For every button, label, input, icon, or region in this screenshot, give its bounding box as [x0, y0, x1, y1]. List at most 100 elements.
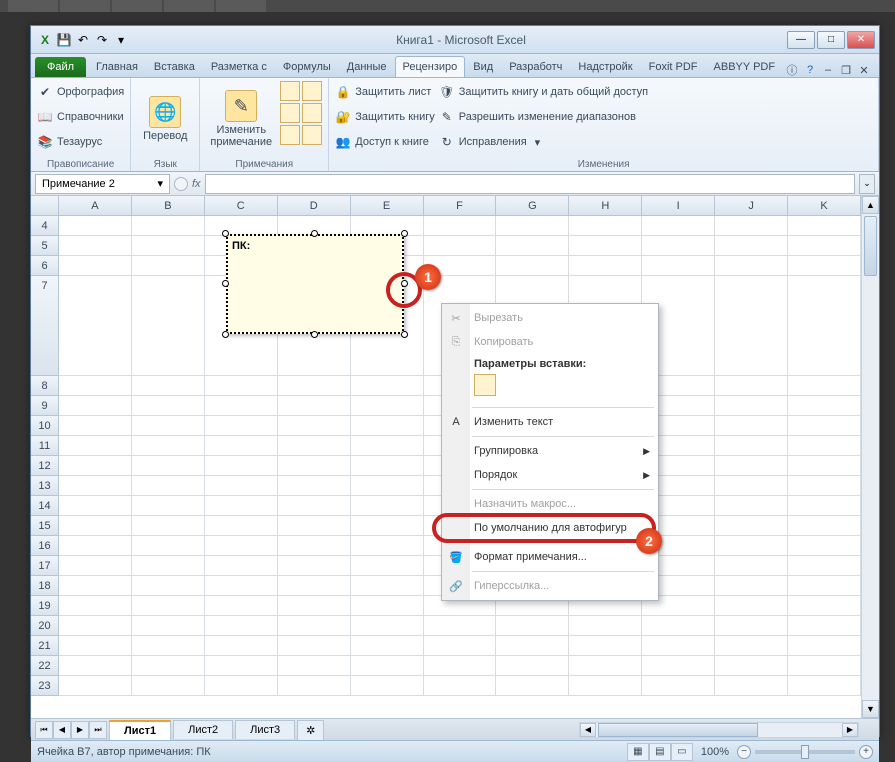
row-header[interactable]: 18 [31, 576, 59, 596]
next-sheet-icon[interactable]: ▶ [71, 721, 89, 739]
tab-insert[interactable]: Вставка [146, 56, 203, 77]
col-header[interactable]: A [59, 196, 132, 216]
minimize-button[interactable]: — [787, 31, 815, 49]
sheet-tab-1[interactable]: Лист1 [109, 720, 171, 740]
normal-view-icon[interactable]: ▦ [627, 743, 649, 761]
scroll-down-icon[interactable]: ▼ [862, 700, 879, 718]
minimize-ribbon-icon[interactable]: ⓘ [785, 63, 799, 77]
spelling-button[interactable]: ✔Орфография [37, 81, 124, 103]
col-header[interactable]: K [788, 196, 861, 216]
col-header[interactable]: H [569, 196, 642, 216]
tab-addins[interactable]: Надстройк [570, 56, 640, 77]
zoom-slider[interactable] [755, 750, 855, 754]
ctx-grouping[interactable]: Группировка▶ [442, 439, 658, 463]
redo-icon[interactable]: ↷ [94, 32, 110, 48]
expand-formula-bar-icon[interactable]: ⌄ [859, 174, 875, 194]
translate-button[interactable]: 🌐 Перевод [137, 81, 193, 157]
row-header[interactable]: 20 [31, 616, 59, 636]
cancel-formula-icon[interactable] [174, 177, 188, 191]
resize-handle[interactable] [311, 230, 318, 237]
ctx-format-comment[interactable]: 🪣Формат примечания... [442, 545, 658, 569]
col-header[interactable]: E [351, 196, 424, 216]
sheet-tab-3[interactable]: Лист3 [235, 720, 295, 739]
row-header[interactable]: 21 [31, 636, 59, 656]
row-header[interactable]: 15 [31, 516, 59, 536]
resize-handle[interactable] [401, 230, 408, 237]
col-header[interactable]: C [205, 196, 278, 216]
workbook-minimize-icon[interactable]: – [821, 63, 835, 77]
name-box[interactable]: Примечание 2▾ [35, 174, 170, 194]
qat-dropdown-icon[interactable]: ▾ [113, 32, 129, 48]
show-all-icon[interactable] [280, 125, 300, 145]
maximize-button[interactable]: □ [817, 31, 845, 49]
row-header[interactable]: 14 [31, 496, 59, 516]
select-all-button[interactable] [31, 196, 59, 216]
prev-comment-icon[interactable] [302, 81, 322, 101]
row-header[interactable]: 12 [31, 456, 59, 476]
zoom-level[interactable]: 100% [701, 746, 729, 758]
show-comment-icon[interactable] [302, 103, 322, 123]
tab-foxit[interactable]: Foxit PDF [641, 56, 706, 77]
ctx-edit-text[interactable]: AИзменить текст [442, 410, 658, 434]
tab-view[interactable]: Вид [465, 56, 501, 77]
row-header[interactable]: 5 [31, 236, 59, 256]
show-ink-icon[interactable] [302, 125, 322, 145]
resize-handle[interactable] [222, 331, 229, 338]
row-header[interactable]: 11 [31, 436, 59, 456]
tab-layout[interactable]: Разметка с [203, 56, 275, 77]
row-header[interactable]: 9 [31, 396, 59, 416]
col-header[interactable]: F [424, 196, 497, 216]
delete-comment-icon[interactable] [280, 81, 300, 101]
research-button[interactable]: 📖Справочники [37, 106, 124, 128]
resize-handle[interactable] [222, 230, 229, 237]
col-header[interactable]: D [278, 196, 351, 216]
tab-developer[interactable]: Разработч [501, 56, 570, 77]
row-header[interactable]: 8 [31, 376, 59, 396]
last-sheet-icon[interactable]: ⏭ [89, 721, 107, 739]
col-header[interactable]: B [132, 196, 205, 216]
comment-box[interactable]: ПК: [226, 234, 404, 334]
row-header[interactable]: 7 [31, 276, 59, 376]
scroll-up-icon[interactable]: ▲ [862, 196, 879, 214]
workbook-restore-icon[interactable]: ❐ [839, 63, 853, 77]
tab-home[interactable]: Главная [88, 56, 146, 77]
row-header[interactable]: 17 [31, 556, 59, 576]
col-header[interactable]: I [642, 196, 715, 216]
row-header[interactable]: 19 [31, 596, 59, 616]
row-header[interactable]: 16 [31, 536, 59, 556]
tab-formulas[interactable]: Формулы [275, 56, 339, 77]
save-icon[interactable]: 💾 [56, 32, 72, 48]
thesaurus-button[interactable]: 📚Тезаурус [37, 131, 124, 153]
edit-comment-button[interactable]: ✎ Изменить примечание [206, 81, 276, 157]
resize-handle[interactable] [401, 331, 408, 338]
row-header[interactable]: 10 [31, 416, 59, 436]
new-sheet-button[interactable]: ✲ [297, 720, 324, 740]
resize-handle[interactable] [311, 331, 318, 338]
scroll-right-icon[interactable]: ▶ [842, 723, 858, 737]
excel-icon[interactable]: X [37, 32, 53, 48]
protect-sheet-button[interactable]: 🔒Защитить лист [335, 81, 435, 103]
paste-option-icon[interactable] [474, 374, 496, 396]
col-header[interactable]: G [496, 196, 569, 216]
help-icon[interactable]: ? [803, 63, 817, 77]
row-header[interactable]: 23 [31, 676, 59, 696]
vertical-scrollbar[interactable]: ▲ ▼ [861, 196, 879, 718]
tab-data[interactable]: Данные [339, 56, 395, 77]
horizontal-scrollbar[interactable]: ◀ ▶ [579, 722, 859, 738]
track-changes-button[interactable]: ↻Исправления▾ [439, 131, 648, 153]
allow-ranges-button[interactable]: ✎Разрешить изменение диапазонов [439, 106, 648, 128]
undo-icon[interactable]: ↶ [75, 32, 91, 48]
formula-bar[interactable] [205, 174, 855, 194]
workbook-close-icon[interactable]: ✕ [857, 63, 871, 77]
scroll-left-icon[interactable]: ◀ [580, 723, 596, 737]
tab-abbyy[interactable]: ABBYY PDF [706, 56, 784, 77]
page-layout-icon[interactable]: ▤ [649, 743, 671, 761]
col-header[interactable]: J [715, 196, 788, 216]
row-header[interactable]: 4 [31, 216, 59, 236]
ctx-order[interactable]: Порядок▶ [442, 463, 658, 487]
page-break-icon[interactable]: ▭ [671, 743, 693, 761]
prev-sheet-icon[interactable]: ◀ [53, 721, 71, 739]
row-header[interactable]: 6 [31, 256, 59, 276]
first-sheet-icon[interactable]: ⏮ [35, 721, 53, 739]
resize-handle[interactable] [222, 280, 229, 287]
